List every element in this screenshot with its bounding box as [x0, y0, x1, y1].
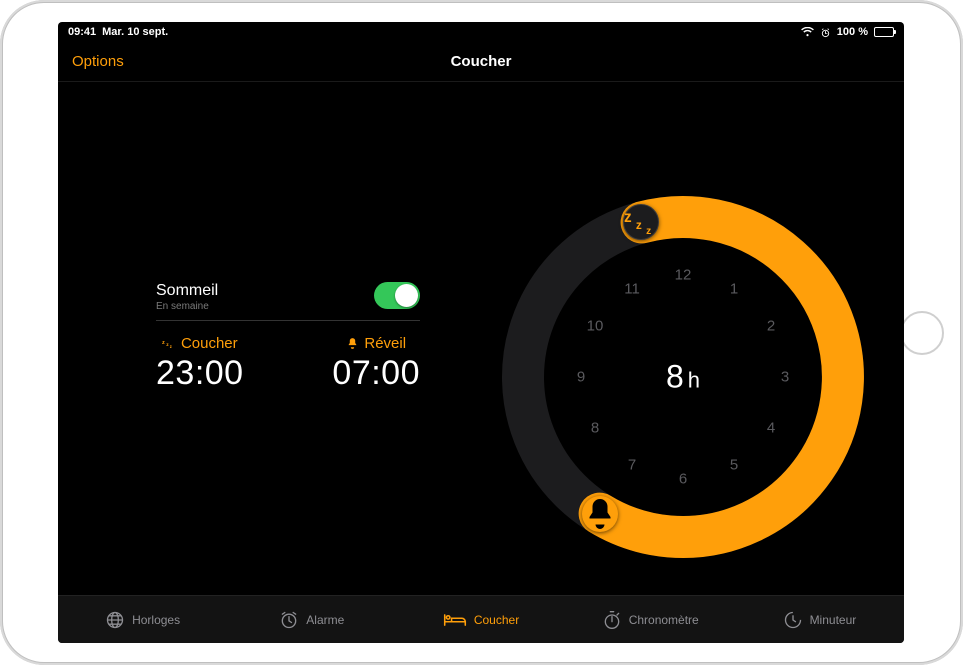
bedtime-column: zzz Coucher 23:00 — [156, 335, 244, 393]
hour-12: 12 — [675, 267, 692, 284]
tab-bedtime-label: Coucher — [474, 613, 519, 627]
tab-timer[interactable]: Minuteur — [735, 596, 904, 643]
hour-5: 5 — [730, 457, 738, 474]
screen: 09:41 Mar. 10 sept. 100 % Options Couche… — [58, 22, 904, 643]
bedtime-handle[interactable]: zzz — [623, 204, 659, 240]
status-date: Mar. 10 sept. — [102, 26, 168, 38]
timer-icon — [783, 610, 803, 630]
stopwatch-icon — [602, 610, 622, 630]
hour-4: 4 — [767, 420, 775, 437]
duration-unit: h — [688, 368, 700, 394]
bed-icon — [443, 611, 467, 629]
status-bar: 09:41 Mar. 10 sept. 100 % — [58, 22, 904, 42]
duration-value: 8 — [666, 359, 684, 396]
hour-6: 6 — [679, 471, 687, 488]
tab-stopwatch-label: Chronomètre — [629, 613, 699, 627]
sleep-settings-pane: Sommeil En semaine zzz Coucher — [58, 82, 438, 595]
svg-text:z: z — [170, 344, 172, 349]
hour-7: 7 — [628, 457, 636, 474]
svg-text:z: z — [162, 340, 165, 346]
svg-text:z: z — [646, 226, 651, 237]
hour-9: 9 — [577, 369, 585, 386]
wifi-icon — [801, 27, 814, 37]
duration-display: 8 h — [666, 359, 700, 396]
status-time: 09:41 — [68, 26, 96, 38]
svg-text:z: z — [166, 343, 169, 348]
sleep-zzz-icon: zzz — [162, 338, 176, 350]
hour-11: 11 — [624, 281, 640, 298]
options-button[interactable]: Options — [72, 53, 124, 70]
home-button[interactable] — [900, 311, 944, 355]
main-content: Sommeil En semaine zzz Coucher — [58, 82, 904, 595]
sleep-title: Sommeil — [156, 282, 218, 300]
ipad-frame: 09:41 Mar. 10 sept. 100 % Options Couche… — [0, 0, 963, 665]
bell-icon — [346, 337, 359, 350]
sleep-toggle-row: Sommeil En semaine — [156, 282, 420, 321]
dial-area: 12 1 2 3 4 5 6 7 8 9 10 11 8 — [438, 82, 904, 595]
wake-value[interactable]: 07:00 — [332, 354, 420, 393]
hour-3: 3 — [781, 369, 789, 386]
tab-bedtime[interactable]: Coucher — [396, 596, 565, 643]
tab-timer-label: Minuteur — [810, 613, 857, 627]
tab-alarm-label: Alarme — [306, 613, 344, 627]
tab-alarm[interactable]: Alarme — [227, 596, 396, 643]
alarm-set-icon — [820, 27, 831, 38]
wake-label: Réveil — [364, 335, 406, 352]
tab-world-clock[interactable]: Horloges — [58, 596, 227, 643]
hour-2: 2 — [767, 318, 775, 335]
battery-percent: 100 % — [837, 26, 868, 38]
hour-8: 8 — [591, 420, 599, 437]
sleep-dial[interactable]: 12 1 2 3 4 5 6 7 8 9 10 11 8 — [498, 192, 868, 562]
tab-bar: Horloges Alarme Coucher Chronomètre — [58, 595, 904, 643]
globe-icon — [105, 610, 125, 630]
wake-handle[interactable] — [582, 496, 618, 532]
tab-stopwatch[interactable]: Chronomètre — [566, 596, 735, 643]
page-title: Coucher — [451, 53, 512, 70]
svg-text:z: z — [636, 218, 642, 232]
alarm-icon — [279, 610, 299, 630]
sleep-toggle[interactable] — [374, 282, 420, 309]
tab-world-label: Horloges — [132, 613, 180, 627]
bedtime-value[interactable]: 23:00 — [156, 354, 244, 393]
battery-icon — [874, 27, 894, 37]
times-row: zzz Coucher 23:00 Réveil — [156, 335, 420, 393]
sleep-subtitle: En semaine — [156, 301, 218, 312]
svg-text:z: z — [624, 209, 632, 226]
hour-1: 1 — [730, 281, 738, 298]
nav-bar: Options Coucher — [58, 42, 904, 82]
hour-10: 10 — [587, 318, 604, 335]
bedtime-label: Coucher — [181, 335, 238, 352]
wake-column: Réveil 07:00 — [332, 335, 420, 393]
switch-knob — [395, 284, 418, 307]
